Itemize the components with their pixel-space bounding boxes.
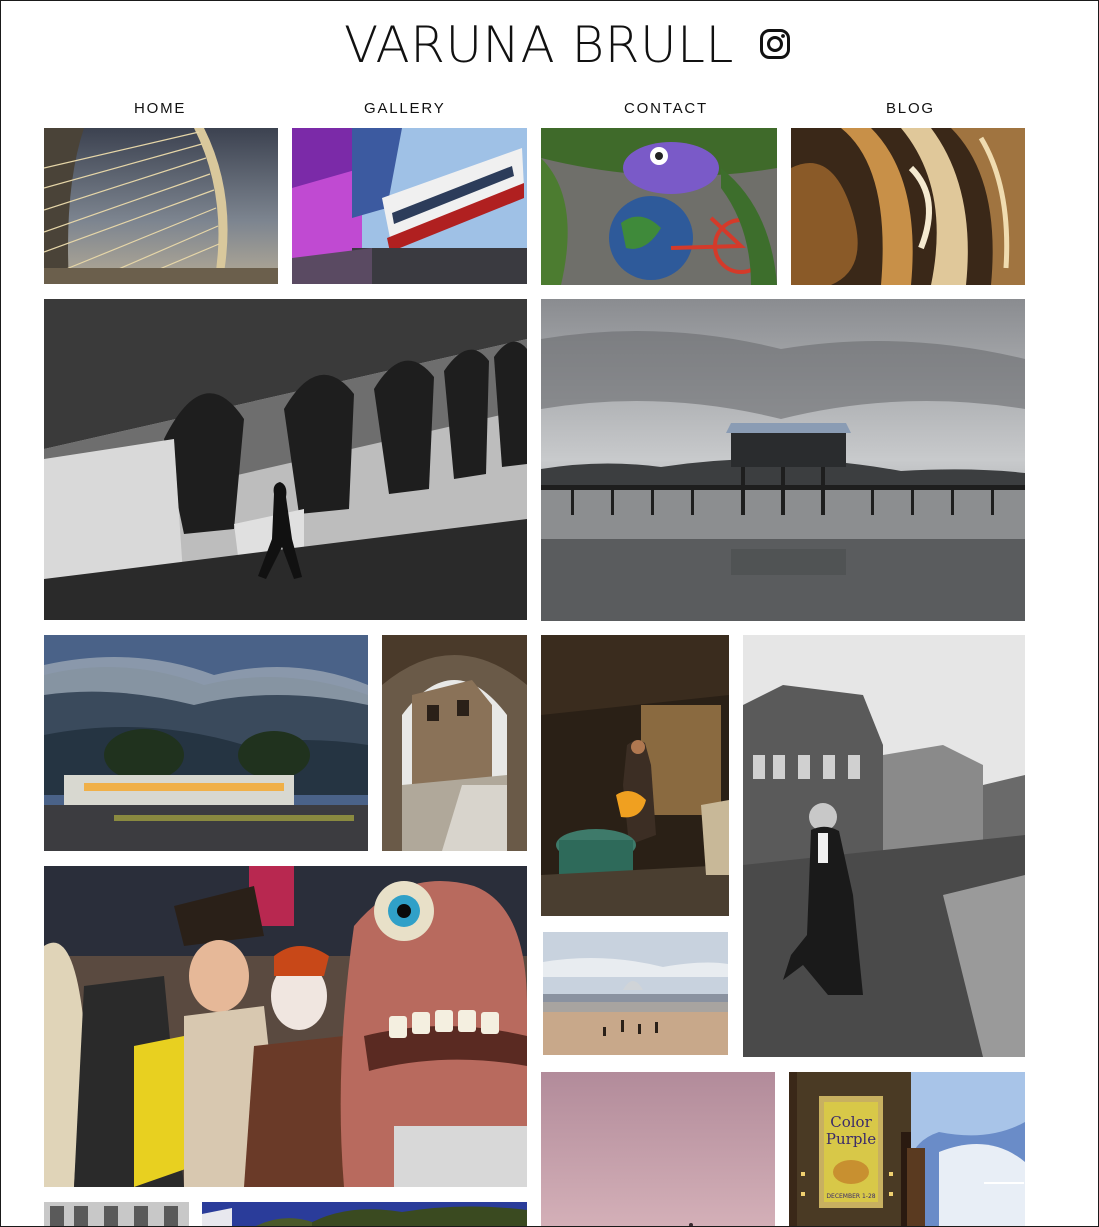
nav-gallery[interactable]: GALLERY — [364, 98, 446, 120]
main-nav: HOME GALLERY CONTACT BLOG — [1, 98, 1098, 120]
nav-contact[interactable]: CONTACT — [624, 98, 708, 120]
photo-stone-archway[interactable] — [382, 635, 527, 851]
photo-metal-abstract[interactable] — [791, 128, 1025, 285]
marquee-dates: DECEMBER 1-28 — [826, 1193, 875, 1200]
photo-carnival-puppet[interactable] — [44, 866, 527, 1187]
nav-blog[interactable]: BLOG — [886, 98, 935, 120]
photo-fish-mural[interactable] — [541, 128, 777, 285]
photo-misty-mountains[interactable] — [44, 635, 368, 851]
photo-pier-house[interactable] — [541, 299, 1025, 621]
photo-beach[interactable] — [543, 932, 728, 1055]
photo-building-facade[interactable] — [44, 1202, 189, 1226]
photo-man-arches[interactable] — [44, 299, 527, 620]
page-frame: VARUNA BRULL HOME GALLERY CONTACT BLOG C… — [0, 0, 1099, 1227]
photo-blue-sky-trees[interactable] — [202, 1202, 527, 1226]
marquee-title-2: Purple — [826, 1130, 876, 1148]
nav-home[interactable]: HOME — [134, 98, 186, 120]
photo-bridge[interactable] — [44, 128, 278, 284]
marquee-title-1: Color — [830, 1113, 872, 1131]
photo-pink-sky[interactable] — [541, 1072, 775, 1226]
photo-monorail[interactable] — [292, 128, 527, 284]
instagram-icon[interactable] — [759, 28, 791, 60]
photo-rainy-street[interactable] — [743, 635, 1025, 1057]
photo-theater-marquee[interactable]: Color Purple DECEMBER 1-28 — [789, 1072, 1025, 1226]
photo-workshop[interactable] — [541, 635, 729, 916]
site-title[interactable]: VARUNA BRULL — [344, 15, 734, 75]
